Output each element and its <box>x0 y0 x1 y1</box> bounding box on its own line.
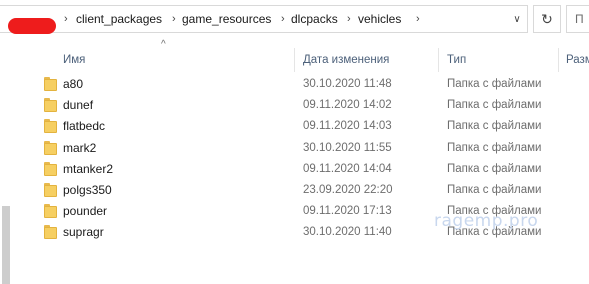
breadcrumb-game-resources[interactable]: game_resources <box>182 6 271 34</box>
breadcrumb-separator[interactable]: › <box>281 6 285 34</box>
file-name[interactable]: supragr <box>63 222 104 243</box>
file-name[interactable]: polgs350 <box>63 180 112 201</box>
file-name[interactable]: flatbedc <box>63 116 105 137</box>
file-date: 30.10.2020 11:55 <box>303 141 392 154</box>
column-header-size[interactable]: Разм <box>566 52 589 70</box>
file-row[interactable]: mtanker2 09.11.2020 14:04 Папка с файлам… <box>14 159 589 180</box>
search-input[interactable]: П <box>566 5 589 33</box>
file-name[interactable]: mtanker2 <box>63 159 113 180</box>
column-divider[interactable] <box>558 48 559 72</box>
watermark: ragemp.pro <box>434 211 539 231</box>
breadcrumb-vehicles[interactable]: vehicles <box>358 6 401 34</box>
column-divider[interactable] <box>294 48 295 72</box>
breadcrumb-separator[interactable]: › <box>64 6 68 34</box>
file-type: Папка с файлами <box>447 120 542 133</box>
file-date: 09.11.2020 17:13 <box>303 205 392 218</box>
folder-icon <box>44 225 57 240</box>
file-type: Папка с файлами <box>447 183 542 196</box>
file-type: Папка с файлами <box>447 162 542 175</box>
folder-icon <box>44 161 57 176</box>
file-date: 30.10.2020 11:48 <box>303 78 392 90</box>
file-row[interactable]: a80 30.10.2020 11:48 Папка с файлами <box>14 74 589 95</box>
file-row[interactable]: flatbedc 09.11.2020 14:03 Папка с файлам… <box>14 116 589 137</box>
file-date: 09.11.2020 14:02 <box>303 99 392 112</box>
file-name[interactable]: a80 <box>63 74 83 95</box>
breadcrumb[interactable]: › client_packages › game_resources › dlc… <box>0 5 528 34</box>
column-divider[interactable] <box>438 48 439 72</box>
folder-icon <box>44 119 57 134</box>
folder-icon <box>44 77 57 91</box>
folder-icon <box>44 140 57 155</box>
column-header-name[interactable]: Имя <box>63 52 85 70</box>
column-header-type[interactable]: Тип <box>447 52 466 70</box>
file-type: Папка с файлами <box>447 99 542 112</box>
file-row[interactable]: mark2 30.10.2020 11:55 Папка с файлами <box>14 138 589 159</box>
column-header-date[interactable]: Дата изменения <box>303 52 389 70</box>
address-bar: › client_packages › game_resources › dlc… <box>0 0 589 38</box>
file-date: 09.11.2020 14:03 <box>303 120 392 133</box>
column-header-bar: ^ Имя Дата изменения Тип Разм <box>14 38 589 72</box>
folder-icon <box>44 98 57 113</box>
breadcrumb-client-packages[interactable]: client_packages <box>76 6 162 34</box>
file-name[interactable]: mark2 <box>63 138 96 159</box>
file-type: Папка с файлами <box>447 78 542 90</box>
file-name[interactable]: pounder <box>63 201 107 222</box>
refresh-icon: ↻ <box>541 11 553 27</box>
refresh-button[interactable]: ↻ <box>533 5 561 33</box>
sort-ascending-icon: ^ <box>161 39 166 50</box>
navigation-scrollbar-thumb[interactable] <box>2 206 10 284</box>
navigation-pane[interactable] <box>0 38 14 284</box>
file-type: Папка с файлами <box>447 141 542 154</box>
breadcrumb-dlcpacks[interactable]: dlcpacks <box>291 6 338 34</box>
file-name[interactable]: dunef <box>63 95 93 116</box>
breadcrumb-separator[interactable]: › <box>347 6 351 34</box>
address-history-dropdown-icon[interactable]: ∨ <box>506 6 528 34</box>
breadcrumb-separator[interactable]: › <box>172 6 176 34</box>
breadcrumb-separator[interactable]: › <box>416 6 420 34</box>
file-row[interactable]: polgs350 23.09.2020 22:20 Папка с файлам… <box>14 180 589 201</box>
file-date: 30.10.2020 11:40 <box>303 226 392 239</box>
file-date: 09.11.2020 14:04 <box>303 162 392 175</box>
folder-icon <box>44 182 57 197</box>
file-row[interactable]: dunef 09.11.2020 14:02 Папка с файлами <box>14 95 589 116</box>
file-date: 23.09.2020 22:20 <box>303 183 393 196</box>
redacted-path-segment <box>8 18 56 34</box>
folder-icon <box>44 204 57 219</box>
